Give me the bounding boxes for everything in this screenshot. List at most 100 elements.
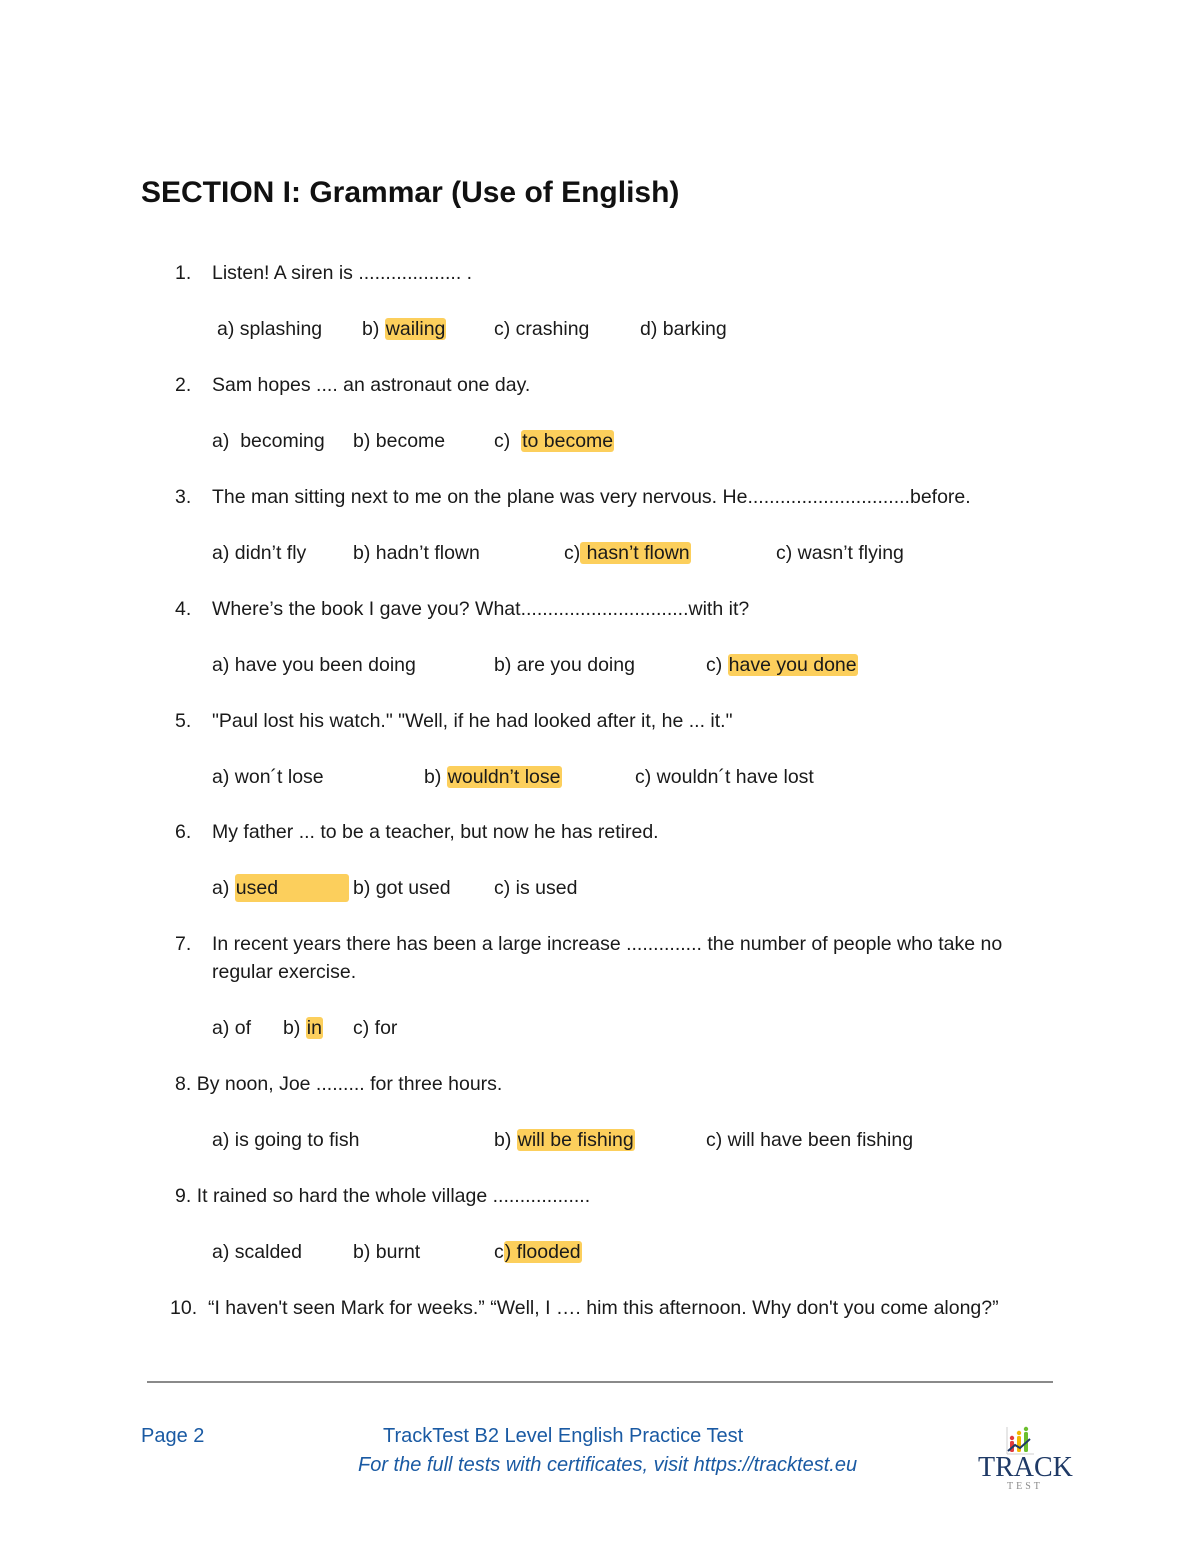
question-number: 10. <box>170 1297 198 1319</box>
option-text: is used <box>515 877 578 899</box>
option-text: won´t lose <box>234 766 324 788</box>
option-label: b) <box>494 1129 512 1151</box>
option-text-highlighted: to become <box>521 430 615 452</box>
option-text-highlighted: will be fishing <box>516 1129 635 1151</box>
option-label: c) <box>776 542 793 564</box>
footer-link-text[interactable]: For the full tests with certificates, vi… <box>358 1454 857 1477</box>
option-label: a) <box>212 654 230 676</box>
question-number: 8. <box>175 1073 192 1095</box>
logo-wordmark: TRACK <box>978 1452 1073 1483</box>
section-title: SECTION I: Grammar (Use of English) <box>141 176 680 209</box>
question-number: 4. <box>175 598 192 620</box>
option-label: c) <box>494 877 511 899</box>
footer-divider <box>147 1381 1053 1383</box>
option-text: is going to fish <box>234 1129 360 1151</box>
option-1b: b) wailing <box>362 315 447 343</box>
option-label: a) <box>212 1241 230 1263</box>
question-text: The man sitting next to me on the plane … <box>212 486 971 508</box>
question-number: 9. <box>175 1185 192 1207</box>
logo-subtext: TEST <box>1007 1481 1043 1492</box>
option-label: b) <box>353 542 371 564</box>
option-label: c) <box>494 318 511 340</box>
option-text: barking <box>662 318 727 340</box>
question-text: Where’s the book I gave you? What.......… <box>212 598 750 620</box>
question-text: “I haven't seen Mark for weeks.” “Well, … <box>207 1297 999 1319</box>
option-1a: a) splashing <box>217 315 322 343</box>
option-text: crashing <box>515 318 590 340</box>
option-label: b) <box>353 430 371 452</box>
question-number: 7. <box>175 933 192 955</box>
option-text: didn’t fly <box>234 542 307 564</box>
option-label: a) <box>212 766 230 788</box>
option-text: becoming <box>240 430 325 452</box>
option-text: splashing <box>239 318 323 340</box>
option-label: b) <box>424 766 442 788</box>
option-text: are you doing <box>516 654 635 676</box>
question-number: 3. <box>175 486 192 508</box>
option-label: b) <box>494 654 512 676</box>
option-text: got used <box>375 877 451 899</box>
option-2b: b) become <box>353 427 445 455</box>
option-9c: c) flooded <box>494 1238 582 1266</box>
option-text-highlighted: hasn’t flown <box>580 542 691 564</box>
footer-title: TrackTest B2 Level English Practice Test <box>383 1425 744 1447</box>
option-6c: c) is used <box>494 874 577 902</box>
option-text-highlighted: in <box>305 1017 323 1039</box>
option-label: a) <box>212 430 230 452</box>
question-text: Listen! A siren is ................... . <box>212 262 473 284</box>
option-text: hadn’t flown <box>375 542 480 564</box>
option-8a: a) is going to fish <box>212 1126 359 1154</box>
option-5c: c) wouldn´t have lost <box>635 763 814 791</box>
option-3c: c) hasn’t flown <box>564 539 691 567</box>
option-text: of <box>234 1017 252 1039</box>
option-text-highlighted: wouldn’t lose <box>446 766 562 788</box>
question-text: In recent years there has been a large i… <box>212 933 1003 983</box>
option-label: a) <box>212 877 230 899</box>
option-9a: a) scalded <box>212 1238 302 1266</box>
option-4c: c) have you done <box>706 651 858 679</box>
option-label: b) <box>353 877 371 899</box>
option-text: for <box>374 1017 398 1039</box>
option-label: c) <box>706 1129 723 1151</box>
question-10: 10. “I haven't seen Mark for weeks.” “We… <box>170 1294 999 1322</box>
option-2c: c) to become <box>494 427 615 455</box>
option-label: c) <box>564 542 581 564</box>
option-1d: d) barking <box>640 315 727 343</box>
option-text-highlighted: used <box>234 874 349 902</box>
option-label: a) <box>212 1129 230 1151</box>
option-label: a) <box>212 542 230 564</box>
option-5a: a) won´t lose <box>212 763 324 791</box>
option-7a: a) of <box>212 1014 251 1042</box>
option-4a: a) have you been doing <box>212 651 416 679</box>
option-label: b) <box>353 1241 371 1263</box>
question-number: 2. <box>175 374 192 396</box>
option-text: become <box>375 430 446 452</box>
question-9: 9. It rained so hard the whole village .… <box>175 1182 590 1210</box>
option-text: have you been doing <box>234 654 416 676</box>
question-number: 1. <box>175 262 192 284</box>
option-label: b) <box>283 1017 301 1039</box>
question-8: 8. By noon, Joe ......... for three hour… <box>175 1070 502 1098</box>
option-text-highlighted: have you done <box>727 654 858 676</box>
question-text: By noon, Joe ......... for three hours. <box>196 1073 503 1095</box>
option-text: wouldn´t have lost <box>656 766 814 788</box>
option-label: c <box>494 1241 504 1263</box>
question-text: It rained so hard the whole village ....… <box>196 1185 591 1207</box>
option-label: c) <box>353 1017 370 1039</box>
option-text-highlighted: ) flooded <box>503 1241 582 1263</box>
option-5b: b) wouldn’t lose <box>424 763 562 791</box>
option-label: a) <box>212 1017 230 1039</box>
option-3b: b) hadn’t flown <box>353 539 480 567</box>
option-6b: b) got used <box>353 874 451 902</box>
option-label: a) <box>217 318 235 340</box>
option-text: will have been fishing <box>727 1129 914 1151</box>
option-8c: c) will have been fishing <box>706 1126 913 1154</box>
option-4b: b) are you doing <box>494 651 635 679</box>
option-3d: c) wasn’t flying <box>776 539 904 567</box>
option-1c: c) crashing <box>494 315 589 343</box>
option-9b: b) burnt <box>353 1238 420 1266</box>
option-label: d) <box>640 318 658 340</box>
question-number: 6. <box>175 821 192 843</box>
option-7c: c) for <box>353 1014 397 1042</box>
option-8b: b) will be fishing <box>494 1126 635 1154</box>
